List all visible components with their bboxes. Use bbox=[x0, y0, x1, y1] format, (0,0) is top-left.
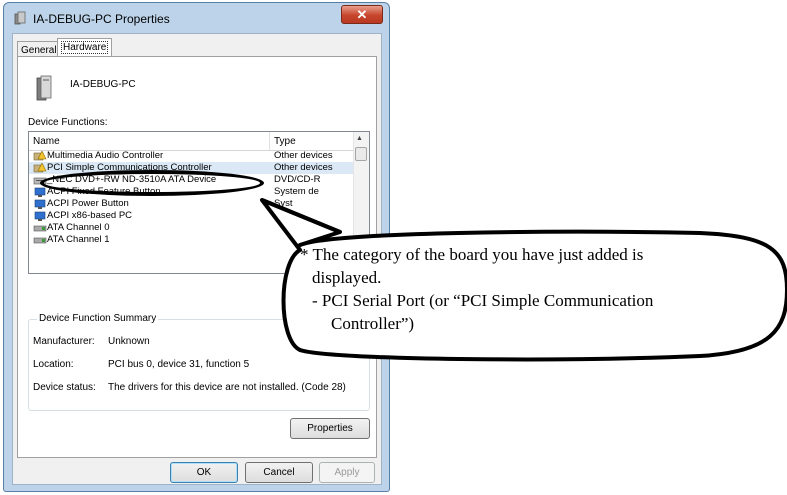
callout-line-2: displayed. bbox=[312, 268, 382, 287]
callout-line-1: * The category of the board you have jus… bbox=[300, 245, 644, 264]
callout-text: * The category of the board you have jus… bbox=[300, 243, 780, 335]
callout-line-3: - PCI Serial Port (or “PCI Simple Commun… bbox=[312, 291, 654, 310]
callout-line-4: Controller”) bbox=[331, 314, 415, 333]
